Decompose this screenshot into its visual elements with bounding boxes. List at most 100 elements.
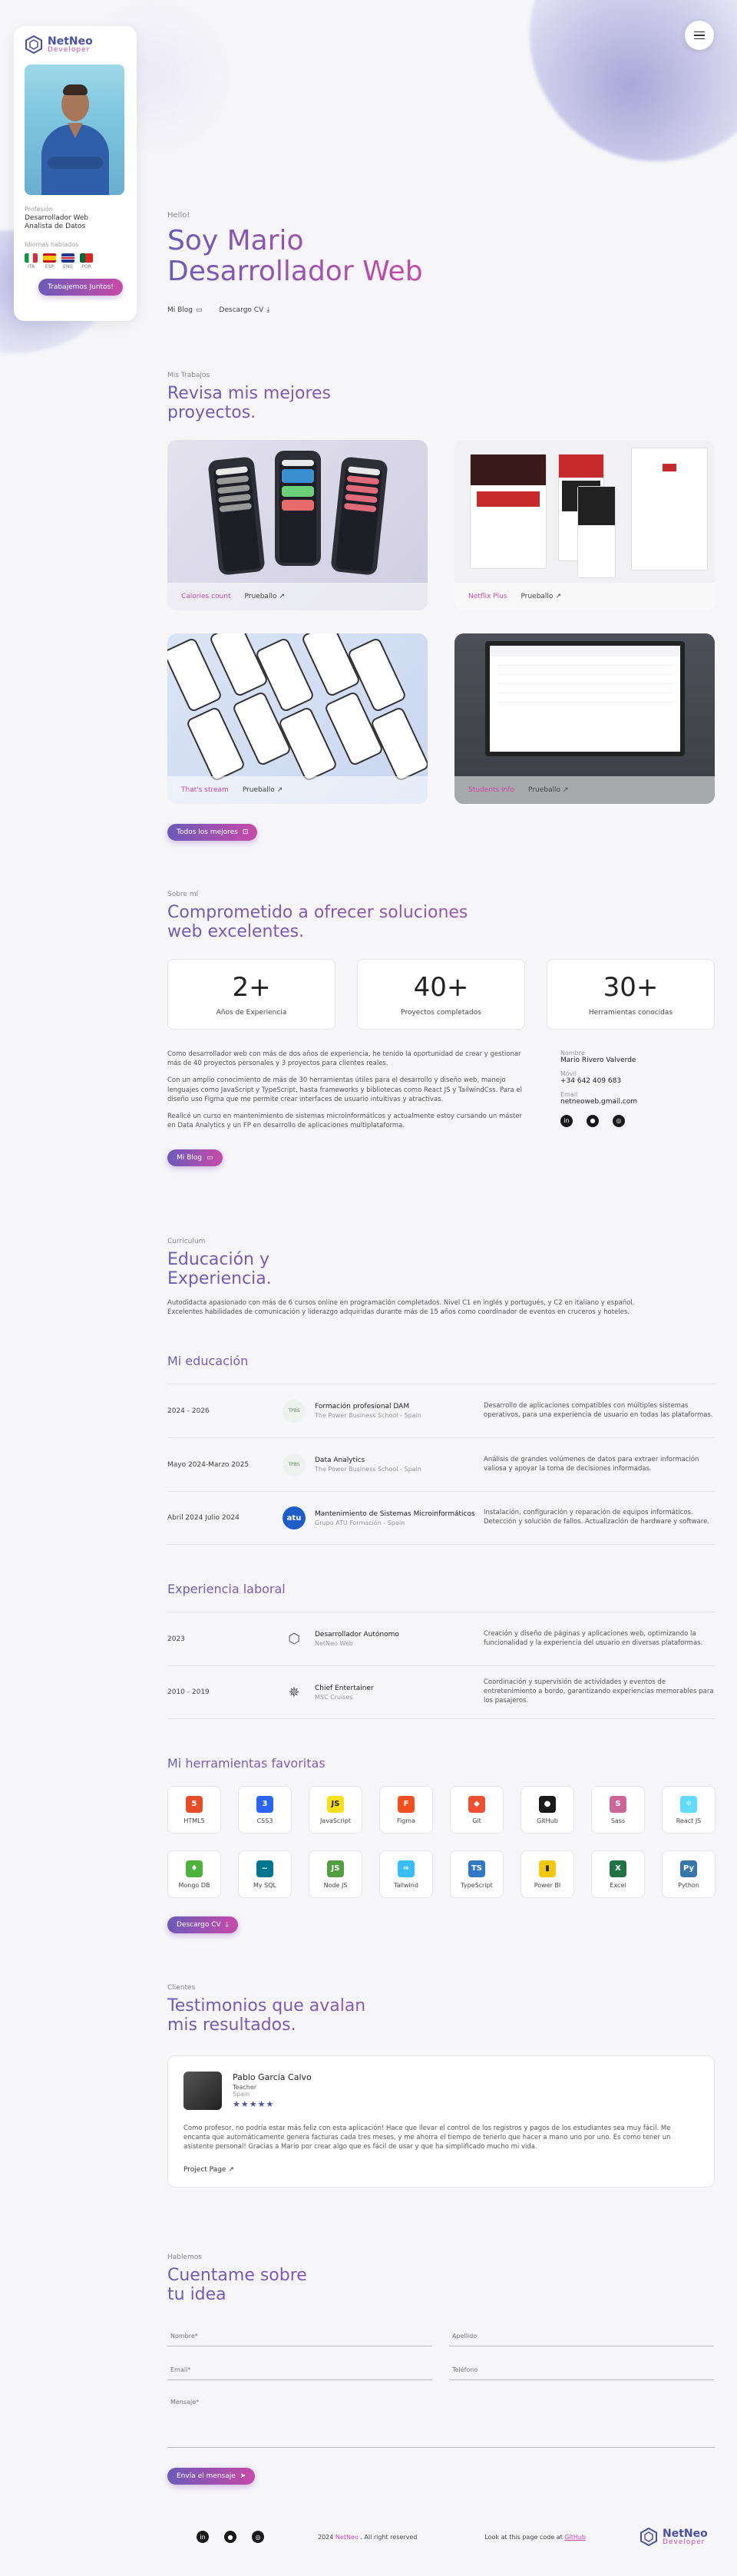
instagram-icon[interactable]: ◎ bbox=[252, 2531, 264, 2543]
netneo-logo-icon bbox=[25, 35, 42, 54]
netneo-logo-icon: ⬡ bbox=[288, 1631, 300, 1648]
name-input[interactable] bbox=[167, 2326, 432, 2346]
logo-title: NetNeo bbox=[663, 2527, 708, 2540]
education-desc: Instalación, configuración y reparación … bbox=[484, 1509, 710, 1526]
arrow-up-right-icon: ↗ bbox=[279, 592, 285, 600]
project-card[interactable]: Netflix Plus Prueballo ↗ bbox=[454, 439, 715, 610]
send-message-label: Envía el mensaje bbox=[177, 2472, 236, 2480]
school-logo-text: atu bbox=[286, 1513, 302, 1523]
brand-logo[interactable]: NetNeo Developer bbox=[25, 35, 126, 54]
project-link[interactable]: Prueballo ↗ bbox=[243, 786, 283, 794]
arrow-up-right-icon: ↗ bbox=[562, 785, 569, 794]
download-cv-link[interactable]: Descargo CV ⤓ bbox=[220, 306, 270, 314]
tool-label: Excel bbox=[610, 1881, 626, 1889]
project-link[interactable]: Prueballo ↗ bbox=[528, 786, 568, 794]
projects-title-line1: Revisa mis mejores bbox=[167, 384, 715, 403]
instagram-icon[interactable]: ◎ bbox=[613, 1114, 625, 1127]
tool-label: Node JS bbox=[323, 1881, 348, 1889]
tool-label: GitHub bbox=[537, 1817, 558, 1824]
about-title-line2: web excelentes. bbox=[167, 922, 715, 941]
tool-card: ⚛ React JS bbox=[662, 1786, 716, 1834]
education-desc: Análisis de grandes volúmenes de datos p… bbox=[484, 1455, 699, 1473]
all-projects-button[interactable]: Todos los mejores ⊡ bbox=[167, 823, 258, 841]
copyright-text: . All right reserved bbox=[358, 2533, 418, 2541]
tool-card: JS Node JS bbox=[309, 1850, 362, 1899]
hero-greeting: Hello! bbox=[167, 211, 190, 220]
surname-input[interactable] bbox=[449, 2326, 714, 2346]
projects-title: Revisa mis mejores proyectos. bbox=[167, 384, 715, 423]
tool-card: ~ My SQL bbox=[238, 1850, 292, 1899]
project-link[interactable]: Prueballo ↗ bbox=[245, 593, 285, 600]
tool-card: S Sass bbox=[591, 1786, 645, 1834]
tool-label: Python bbox=[678, 1881, 699, 1889]
about-title: Comprometido a ofrecer soluciones web ex… bbox=[167, 903, 715, 942]
education-item: 2024 - 2026 TPBS Formación profesional D… bbox=[167, 1384, 715, 1437]
project-name: Students Info bbox=[468, 785, 515, 794]
testimonials-section: Clientes Testimonios que avalan mis resu… bbox=[167, 1984, 715, 2187]
blog-button-label: Mi Blog bbox=[177, 1153, 203, 1162]
send-message-button[interactable]: Envía el mensaje ➤ bbox=[167, 2467, 256, 2485]
phone-mockup bbox=[275, 450, 321, 566]
hero-title-line1: Soy Mario bbox=[167, 226, 423, 256]
work-together-button[interactable]: Trabajemos Juntos! bbox=[38, 278, 123, 296]
about-paragraph: Con un amplio conocimiento de más de 30 … bbox=[167, 1076, 522, 1103]
hamburger-menu-button[interactable] bbox=[685, 21, 714, 50]
download-cv-button-label: Descargo CV bbox=[177, 1921, 221, 1930]
code-link-prefix: Look at this page code at bbox=[484, 2533, 565, 2541]
language-code: POR bbox=[81, 263, 91, 270]
education-name: Formación profesional DAM bbox=[315, 1403, 410, 1411]
school-logo-icon: atu bbox=[283, 1506, 306, 1530]
linkedin-icon[interactable]: in bbox=[560, 1114, 573, 1127]
education-school: The Power Business School - Spain bbox=[315, 1466, 421, 1473]
logo-title: NetNeo bbox=[48, 35, 93, 48]
testimonials-title: Testimonios que avalan mis resultados. bbox=[167, 1996, 715, 2035]
blog-button[interactable]: Mi Blog ▭ bbox=[167, 1149, 223, 1166]
project-card[interactable]: Calories count Prueballo ↗ bbox=[167, 439, 428, 610]
project-name: That's stream bbox=[181, 785, 229, 794]
sass-icon: S bbox=[610, 1795, 626, 1813]
language-item: ENG bbox=[61, 253, 74, 270]
tool-card: F Figma bbox=[379, 1786, 433, 1834]
project-link-label: Prueballo bbox=[521, 592, 554, 600]
contact-info: Nombre Mario Rivero Valverde Móvil +34 6… bbox=[560, 1050, 714, 1139]
about-paragraph: Como desarrollador web con más de dos añ… bbox=[167, 1050, 521, 1067]
react-icon: ⚛ bbox=[680, 1795, 697, 1813]
arrow-up-right-icon: ↗ bbox=[276, 785, 283, 794]
download-cv-label: Descargo CV bbox=[219, 306, 264, 315]
spain-flag-icon bbox=[43, 253, 56, 263]
arrow-up-right-icon: ↗ bbox=[228, 2165, 234, 2174]
projects-title-line2: proyectos. bbox=[167, 403, 715, 422]
github-code-link[interactable]: GitHub bbox=[564, 2534, 586, 2541]
code-link-text: Look at this page code at GitHub bbox=[484, 2534, 586, 2541]
project-link[interactable]: Prueballo ↗ bbox=[521, 593, 560, 600]
email-input[interactable] bbox=[167, 2359, 432, 2380]
curriculum-section: Curriculum Educación y Experiencia. Auto… bbox=[167, 1238, 716, 1934]
testimonials-title-line2: mis resultados. bbox=[167, 2015, 715, 2035]
tool-card: JS JavaScript bbox=[309, 1786, 362, 1834]
phone-input[interactable] bbox=[449, 2359, 714, 2380]
project-card[interactable]: That's stream Prueballo ↗ bbox=[167, 633, 428, 804]
github-icon[interactable]: ● bbox=[224, 2531, 236, 2543]
tools-grid: 5 HTML5 3 CSS3 JS JavaScript F Figma ◆ Git ● GitHub… bbox=[167, 1786, 716, 1899]
contact-title-line1: Cuentame sobre bbox=[167, 2266, 715, 2285]
curriculum-title-line1: Educación y bbox=[167, 1250, 715, 1269]
project-page-link[interactable]: Project Page ↗ bbox=[183, 2166, 234, 2174]
education-title: Mi educación bbox=[167, 1354, 715, 1368]
curriculum-title: Educación y Experiencia. bbox=[167, 1250, 715, 1289]
language-code: ITA bbox=[27, 263, 35, 270]
name-label: Nombre bbox=[560, 1049, 585, 1057]
phone-label: Móvil bbox=[560, 1070, 577, 1077]
project-card[interactable]: Students Info Prueballo ↗ bbox=[454, 633, 715, 804]
download-cv-button[interactable]: Descargo CV ⤓ bbox=[167, 1916, 238, 1934]
typescript-icon: TS bbox=[468, 1860, 485, 1877]
linkedin-icon[interactable]: in bbox=[197, 2531, 209, 2543]
message-textarea[interactable] bbox=[167, 2393, 715, 2448]
stat-card: 2+ Años de Experiencia bbox=[167, 958, 335, 1030]
nodejs-icon: JS bbox=[327, 1860, 344, 1877]
github-icon[interactable]: ● bbox=[587, 1114, 599, 1127]
blog-link[interactable]: Mi Blog ▭ bbox=[167, 306, 203, 314]
experience-item: 2023 ⬡ Desarrollador Autónomo NetNeo Web … bbox=[167, 1612, 715, 1665]
footer-logo[interactable]: NetNeo Developer bbox=[640, 2528, 708, 2546]
mongodb-icon: ♦ bbox=[186, 1860, 203, 1877]
stat-value: 30+ bbox=[603, 971, 659, 1003]
